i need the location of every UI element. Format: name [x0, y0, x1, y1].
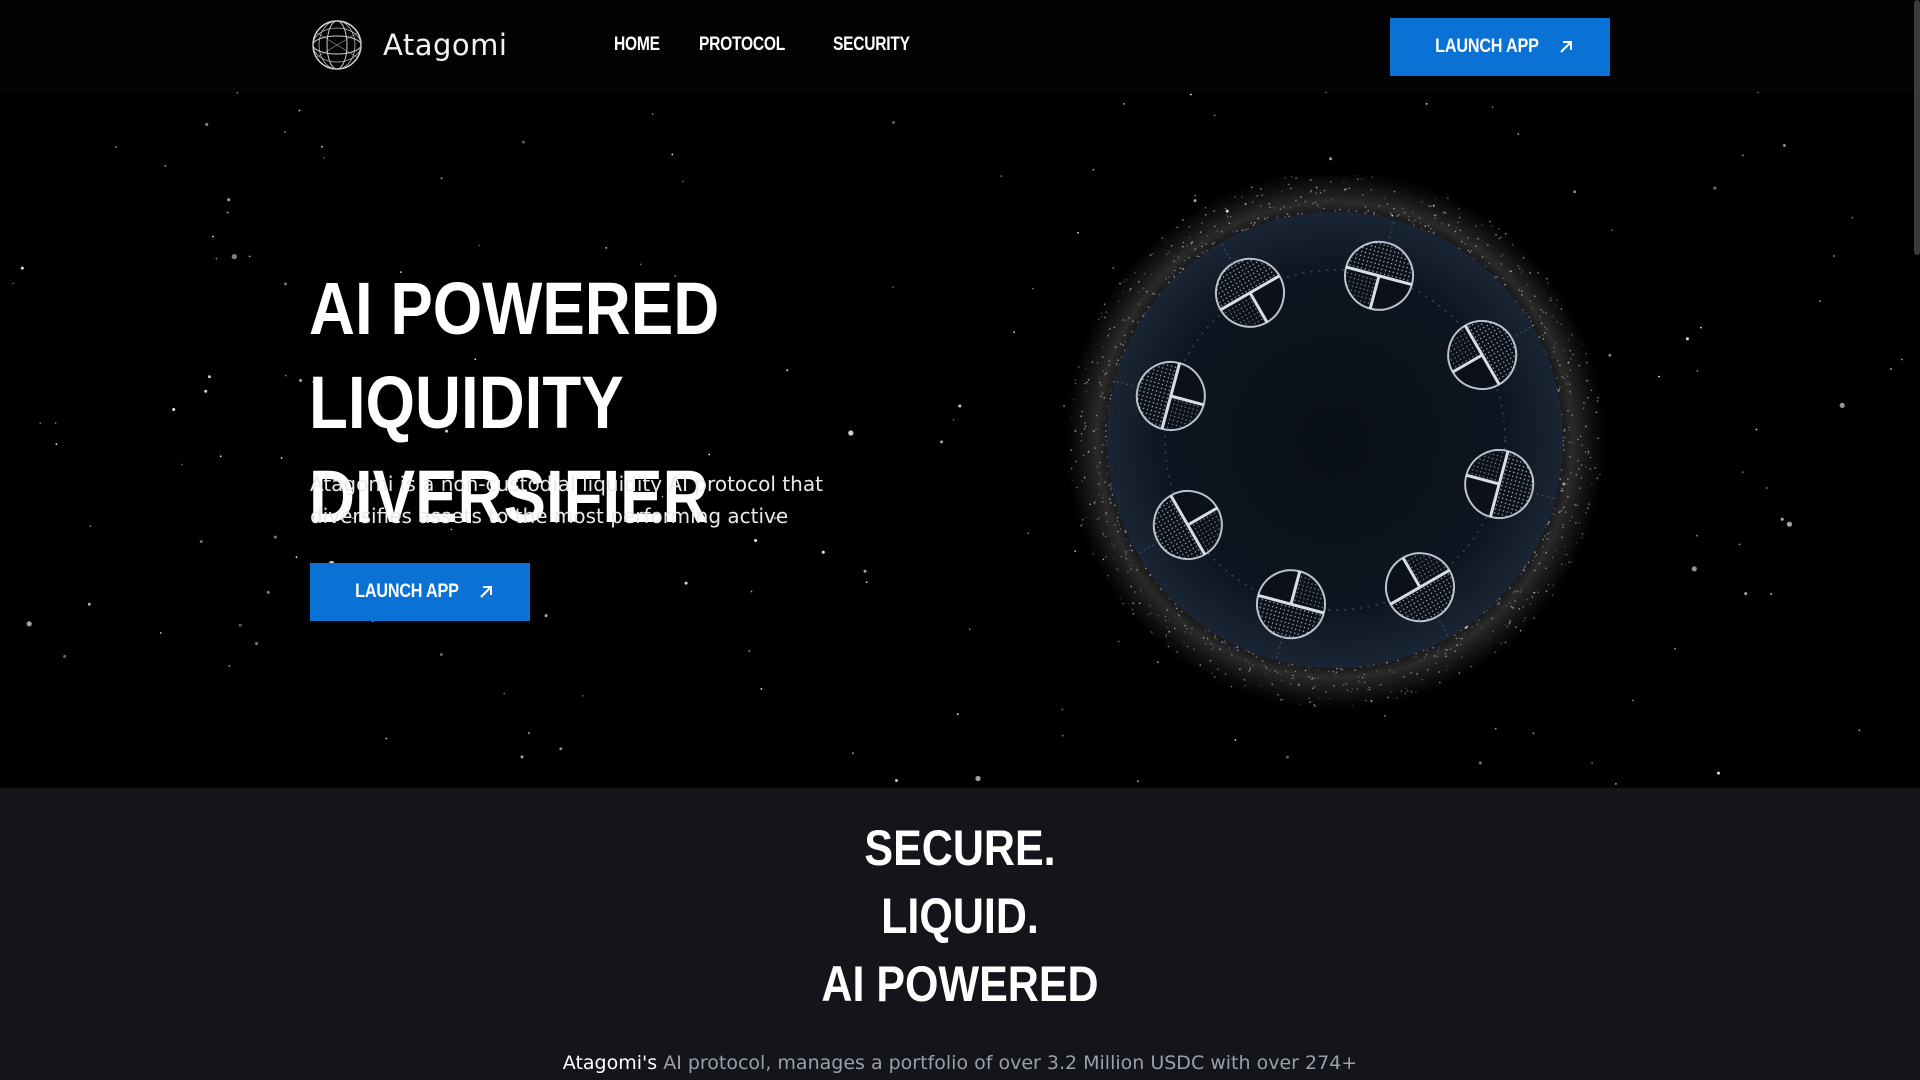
nav-link-home[interactable]: HOME: [614, 34, 660, 56]
nav-link-security[interactable]: SECURITY: [833, 34, 910, 56]
nav-link-protocol[interactable]: PROTOCOL: [699, 34, 785, 56]
arrow-up-right-icon: [1560, 41, 1572, 53]
starfield-background: [9, 0, 1905, 785]
top-navigation-bar: Atagomi HOME PROTOCOL SECURITY LAUNCH AP…: [0, 0, 1920, 92]
launch-app-button-hero[interactable]: LAUNCH APP: [310, 563, 530, 621]
features-line-secure: SECURE.: [864, 820, 1056, 876]
launch-app-label: LAUNCH APP: [355, 581, 459, 602]
features-description-text: AI protocol, manages a portfolio of over…: [657, 1052, 1358, 1074]
main-nav: HOME PROTOCOL SECURITY: [614, 34, 926, 56]
wireframe-globe-icon: [312, 20, 362, 70]
features-line-ai-powered: AI POWERED: [821, 956, 1099, 1012]
logo[interactable]: Atagomi: [311, 19, 507, 71]
hero-description: Atagomi is a non-custodial liquidity AI …: [310, 472, 823, 528]
features-line-liquid: LIQUID.: [881, 888, 1039, 944]
logo-text: Atagomi: [383, 28, 508, 62]
features-section: SECURE. LIQUID. AI POWERED Atagomi's AI …: [0, 788, 1920, 1080]
launch-app-button-header[interactable]: LAUNCH APP: [1390, 18, 1610, 76]
features-description-brand: Atagomi's: [562, 1052, 658, 1074]
arrow-up-right-icon: [480, 586, 492, 598]
features-description: Atagomi's AI protocol, manages a portfol…: [0, 1052, 1920, 1074]
launch-app-label: LAUNCH APP: [1435, 36, 1539, 57]
features-headline: SECURE. LIQUID. AI POWERED: [0, 814, 1920, 1018]
protocol-sphere-illustration: [1065, 175, 1605, 710]
hero-title-line-1: AI POWERED LIQUIDITY: [309, 267, 720, 444]
scrollbar-thumb[interactable]: [1914, 0, 1920, 255]
